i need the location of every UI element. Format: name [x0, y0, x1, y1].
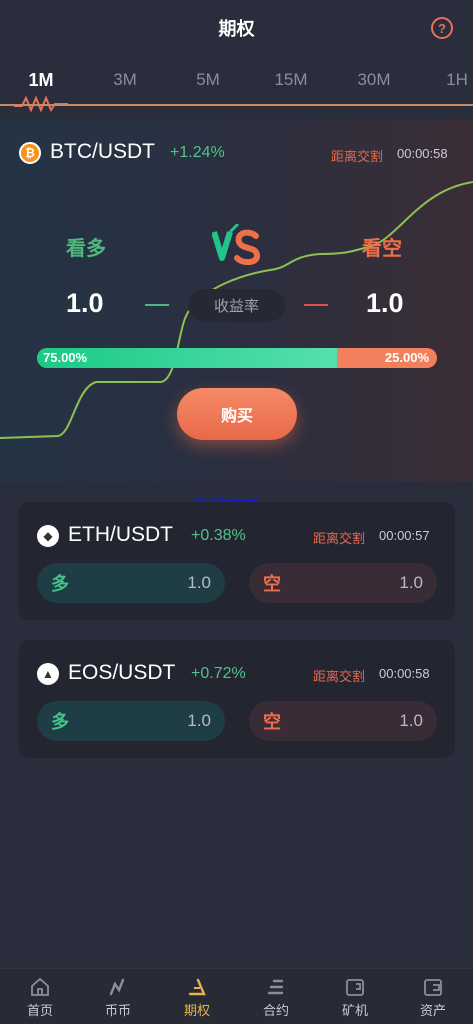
- timeframe-tabs: 1M 3M 5M 15M 30M 1H: [0, 60, 473, 104]
- bottom-nav: 首页 币币 期权 合约 矿机 资产: [0, 968, 473, 1024]
- tab-5m[interactable]: 5M: [196, 70, 220, 90]
- short-value: 1.0: [399, 711, 423, 730]
- buy-button[interactable]: 购买: [177, 388, 297, 440]
- miner-icon: [346, 978, 364, 996]
- long-value: 1.0: [187, 711, 211, 730]
- yield-rate-pill: 收益率: [188, 289, 285, 322]
- short-value: 1.0: [366, 288, 404, 318]
- wallet-icon: [424, 978, 442, 996]
- nav-item-contract[interactable]: 合约: [237, 969, 315, 1024]
- long-value: 1.0: [187, 573, 211, 592]
- long-short-ratio-bar: 75.00% 25.00%: [37, 348, 437, 368]
- featured-option-panel: ₿ BTC/USDT +1.24% 距离交割 00:00:58 看多 看空 1.…: [0, 120, 473, 482]
- long-button[interactable]: 多 1.0: [37, 701, 225, 741]
- vs-icon: [212, 224, 260, 266]
- nav-label: 合约: [262, 1002, 289, 1018]
- nav-item-home[interactable]: 首页: [1, 969, 79, 1024]
- nav-item-spot[interactable]: 币币: [79, 969, 157, 1024]
- page-title: 期权: [218, 19, 255, 39]
- tab-15m[interactable]: 15M: [274, 70, 307, 90]
- nav-item-assets[interactable]: 资产: [394, 969, 472, 1024]
- long-label: 看多: [66, 238, 106, 260]
- nav-item-miner[interactable]: 矿机: [316, 969, 394, 1024]
- help-icon[interactable]: ?: [431, 17, 453, 39]
- countdown-time: 00:00:58: [379, 666, 430, 681]
- short-dash: [304, 304, 328, 306]
- countdown-time: 00:00:57: [379, 528, 430, 543]
- countdown-label: 距离交割: [331, 149, 384, 164]
- long-dash: [145, 304, 169, 306]
- btc-coin-icon: ₿: [19, 142, 41, 164]
- nav-label: 首页: [26, 1002, 53, 1018]
- option-card-eos[interactable]: ▲ EOS/USDT +0.72% 距离交割 00:00:58 多 1.0 空 …: [19, 640, 455, 758]
- nav-label: 资产: [419, 1002, 446, 1018]
- tab-1m[interactable]: 1M: [28, 70, 53, 91]
- spot-icon: [109, 978, 125, 995]
- tab-1h[interactable]: 1H: [446, 70, 468, 90]
- tab-underline: [0, 104, 473, 106]
- countdown-time: 00:00:58: [397, 146, 448, 161]
- home-icon: [31, 977, 49, 996]
- countdown-label: 距离交割: [313, 669, 366, 684]
- pair-change: +0.38%: [191, 527, 246, 544]
- contract-icon: [267, 979, 284, 994]
- long-label: 多: [51, 574, 69, 594]
- tab-3m[interactable]: 3M: [113, 70, 137, 90]
- options-icon: [188, 978, 206, 995]
- long-value: 1.0: [66, 288, 104, 318]
- long-percent: 75.00%: [43, 350, 88, 365]
- pair-change: +0.72%: [191, 665, 246, 682]
- option-card-eth[interactable]: ◆ ETH/USDT +0.38% 距离交割 00:00:57 多 1.0 空 …: [19, 502, 455, 620]
- pair-change: +1.24%: [170, 144, 225, 161]
- page-header: 期权 ?: [0, 0, 473, 56]
- long-button[interactable]: 多 1.0: [37, 563, 225, 603]
- nav-label: 矿机: [341, 1002, 368, 1018]
- short-label: 看空: [362, 238, 402, 260]
- eos-coin-icon: ▲: [37, 663, 59, 685]
- pair-name[interactable]: BTC/USDT: [50, 140, 155, 164]
- eth-coin-icon: ◆: [37, 525, 59, 547]
- pair-name[interactable]: ETH/USDT: [68, 523, 173, 547]
- active-tab-wave-icon: [14, 95, 68, 112]
- nav-label: 币币: [104, 1002, 131, 1018]
- pair-name[interactable]: EOS/USDT: [68, 661, 175, 685]
- short-label: 空: [263, 712, 281, 732]
- short-button[interactable]: 空 1.0: [249, 563, 437, 603]
- short-label: 空: [263, 574, 281, 594]
- nav-label: 期权: [183, 1002, 210, 1018]
- short-value: 1.0: [399, 573, 423, 592]
- nav-item-options[interactable]: 期权: [158, 969, 236, 1024]
- short-button[interactable]: 空 1.0: [249, 701, 437, 741]
- long-label: 多: [51, 712, 69, 732]
- tab-30m[interactable]: 30M: [357, 70, 390, 90]
- short-percent: 25.00%: [384, 350, 429, 365]
- countdown-label: 距离交割: [313, 531, 366, 546]
